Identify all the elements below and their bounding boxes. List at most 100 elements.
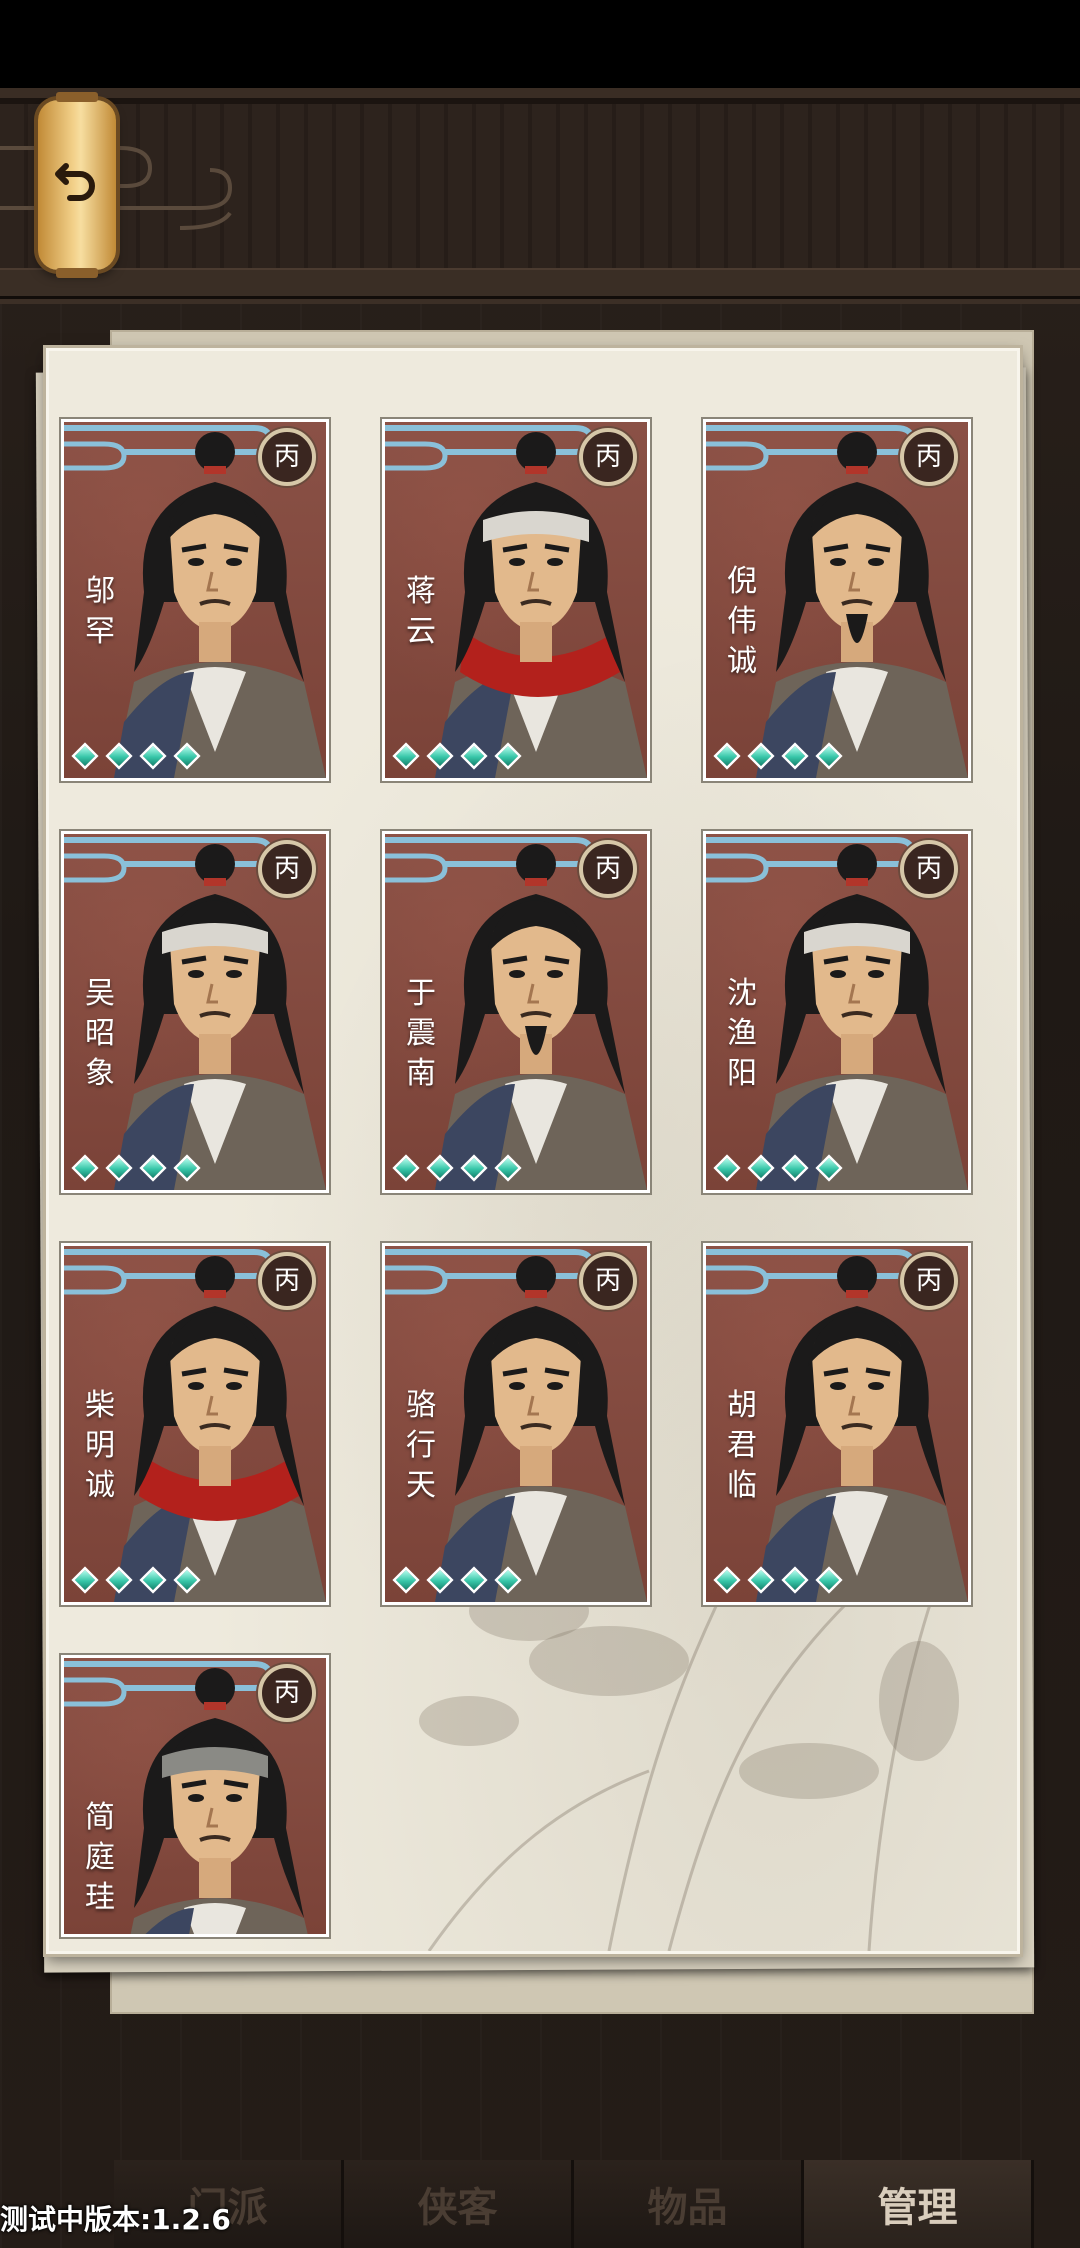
star-rating — [70, 1152, 202, 1186]
star-rating — [712, 1564, 844, 1598]
star-diamond-icon — [426, 1566, 454, 1594]
star-diamond-icon — [815, 742, 843, 770]
hero-name: 倪伟诚 — [720, 562, 764, 682]
star-diamond-icon — [747, 1154, 775, 1182]
hero-name-char: 明 — [85, 1428, 115, 1463]
hero-name: 沈渔阳 — [720, 974, 764, 1094]
star-rating — [712, 1152, 844, 1186]
star-rating — [70, 1564, 202, 1598]
hero-name: 吴昭象 — [78, 974, 122, 1094]
hero-name-char: 吴 — [85, 976, 115, 1011]
roster-panel: 丙邬罕丙蒋云丙倪伟诚丙吴昭象丙于震南丙沈渔阳丙柴明诚丙骆行天丙胡君临丙简庭珪 — [46, 348, 1020, 1954]
hero-name: 简庭珪 — [78, 1798, 122, 1918]
star-rating — [391, 1152, 523, 1186]
star-diamond-icon — [460, 1154, 488, 1182]
hero-card[interactable]: 丙柴明诚 — [59, 1241, 331, 1607]
hero-name-char: 柴 — [85, 1388, 115, 1423]
star-rating — [712, 740, 844, 774]
star-diamond-icon — [71, 1566, 99, 1594]
rank-badge: 丙 — [900, 428, 958, 486]
shelf-rail — [0, 268, 1080, 299]
hero-name-char: 震 — [406, 1016, 436, 1051]
hero-card[interactable]: 丙邬罕 — [59, 417, 331, 783]
hero-name: 蒋云 — [399, 572, 443, 652]
star-rating — [391, 740, 523, 774]
star-diamond-icon — [71, 1154, 99, 1182]
star-diamond-icon — [747, 742, 775, 770]
hero-name-char: 诚 — [85, 1468, 115, 1503]
hero-name-char: 珪 — [85, 1880, 115, 1915]
star-diamond-icon — [460, 1566, 488, 1594]
hero-name-char: 天 — [406, 1468, 436, 1503]
status-bar-area — [0, 0, 1080, 88]
rank-badge: 丙 — [258, 428, 316, 486]
star-rating — [70, 740, 202, 774]
hero-card[interactable]: 丙胡君临 — [701, 1241, 973, 1607]
hero-card[interactable]: 丙沈渔阳 — [701, 829, 973, 1195]
hero-name-char: 君 — [727, 1428, 757, 1463]
hero-card[interactable]: 丙倪伟诚 — [701, 417, 973, 783]
hero-name-char: 罕 — [85, 614, 115, 649]
hero-name-char: 庭 — [85, 1840, 115, 1875]
star-diamond-icon — [139, 1154, 167, 1182]
back-arrow-icon — [55, 163, 95, 201]
bottom-nav: 门派 侠客 物品 管理 — [114, 2160, 1034, 2248]
hero-name-char: 昭 — [85, 1016, 115, 1051]
star-diamond-icon — [426, 742, 454, 770]
version-label: 测试中版本:1.2.6 — [0, 2203, 231, 2236]
hero-name: 骆行天 — [399, 1386, 443, 1506]
tab-items[interactable]: 物品 — [574, 2160, 804, 2248]
star-diamond-icon — [139, 742, 167, 770]
hero-name-char: 倪 — [727, 564, 757, 599]
hero-card[interactable]: 丙简庭珪 — [59, 1653, 331, 1939]
star-diamond-icon — [460, 742, 488, 770]
star-diamond-icon — [392, 1154, 420, 1182]
tab-heroes[interactable]: 侠客 — [344, 2160, 574, 2248]
hero-name-char: 渔 — [727, 1016, 757, 1051]
star-diamond-icon — [747, 1566, 775, 1594]
hero-name-char: 邬 — [85, 574, 115, 609]
hero-name-char: 伟 — [727, 604, 757, 639]
star-diamond-icon — [173, 1566, 201, 1594]
rank-badge: 丙 — [900, 1252, 958, 1310]
star-diamond-icon — [105, 1566, 133, 1594]
star-diamond-icon — [713, 1566, 741, 1594]
hero-name: 邬罕 — [78, 572, 122, 652]
back-button[interactable] — [38, 92, 116, 278]
hero-name: 于震南 — [399, 974, 443, 1094]
rank-badge: 丙 — [579, 840, 637, 898]
rank-badge: 丙 — [258, 1252, 316, 1310]
star-diamond-icon — [426, 1154, 454, 1182]
star-diamond-icon — [392, 1566, 420, 1594]
hero-name: 柴明诚 — [78, 1386, 122, 1506]
hero-name-char: 临 — [727, 1468, 757, 1503]
hero-name-char: 胡 — [727, 1388, 757, 1423]
hero-name-char: 骆 — [406, 1388, 436, 1423]
hero-name-char: 诚 — [727, 644, 757, 679]
star-diamond-icon — [781, 742, 809, 770]
rank-badge: 丙 — [900, 840, 958, 898]
hero-name-char: 蒋 — [406, 574, 436, 609]
star-diamond-icon — [781, 1154, 809, 1182]
star-diamond-icon — [713, 742, 741, 770]
hero-card[interactable]: 丙蒋云 — [380, 417, 652, 783]
star-diamond-icon — [494, 1154, 522, 1182]
hero-name-char: 简 — [85, 1800, 115, 1835]
star-diamond-icon — [105, 742, 133, 770]
hero-card[interactable]: 丙骆行天 — [380, 1241, 652, 1607]
hero-name: 胡君临 — [720, 1386, 764, 1506]
star-diamond-icon — [71, 742, 99, 770]
rank-badge: 丙 — [258, 840, 316, 898]
star-diamond-icon — [173, 1154, 201, 1182]
hero-name-char: 云 — [406, 614, 436, 649]
star-diamond-icon — [392, 742, 420, 770]
hero-card[interactable]: 丙于震南 — [380, 829, 652, 1195]
rank-badge: 丙 — [579, 428, 637, 486]
hero-name-char: 南 — [406, 1056, 436, 1091]
star-diamond-icon — [173, 742, 201, 770]
hero-name-char: 行 — [406, 1428, 436, 1463]
tab-manage[interactable]: 管理 — [804, 2160, 1034, 2248]
star-diamond-icon — [494, 1566, 522, 1594]
hero-card[interactable]: 丙吴昭象 — [59, 829, 331, 1195]
rank-badge: 丙 — [258, 1664, 316, 1722]
